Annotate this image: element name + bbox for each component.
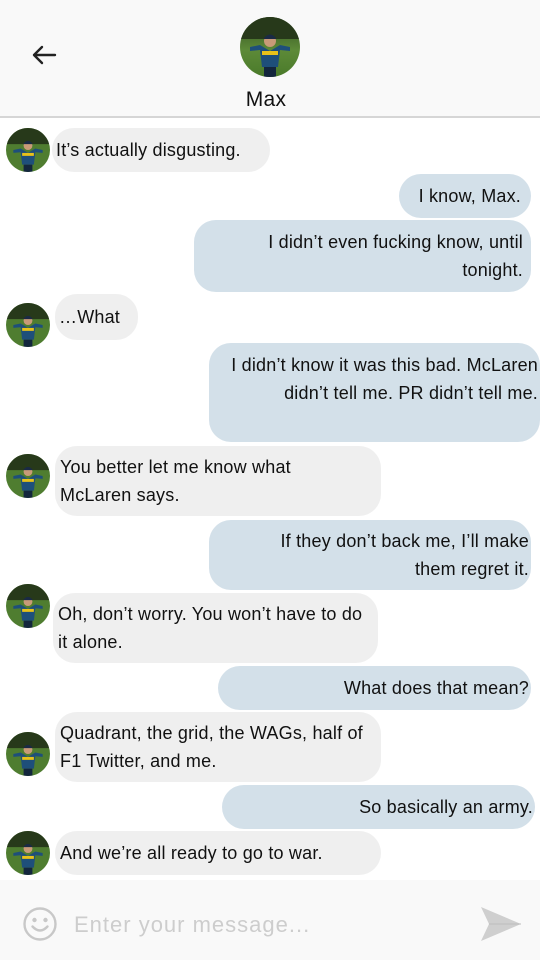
contact-avatar[interactable] bbox=[240, 17, 300, 77]
back-button[interactable] bbox=[28, 40, 60, 70]
sender-avatar[interactable] bbox=[6, 454, 50, 498]
chat-screen: Max It’s actually disgusting. I know, Ma… bbox=[0, 0, 540, 960]
contact-name: Max bbox=[245, 88, 287, 111]
message-bubble[interactable]: You better let me know what McLaren says… bbox=[55, 446, 381, 516]
sender-avatar[interactable] bbox=[6, 831, 50, 875]
message-bubble[interactable]: I know, Max. bbox=[399, 174, 531, 218]
message-bubble[interactable]: Oh, don’t worry. You won’t have to do it… bbox=[53, 593, 378, 663]
sender-avatar[interactable] bbox=[6, 584, 50, 628]
sender-avatar[interactable] bbox=[6, 732, 50, 776]
message-bubble[interactable]: It’s actually disgusting. bbox=[52, 128, 270, 172]
arrow-left-icon bbox=[32, 45, 57, 65]
chat-header: Max bbox=[0, 0, 540, 118]
message-bubble[interactable]: I didn’t know it was this bad. McLaren d… bbox=[209, 343, 540, 442]
message-bubble[interactable]: If they don’t back me, I’ll make them re… bbox=[209, 520, 531, 590]
message-bubble[interactable]: And we’re all ready to go to war. bbox=[55, 831, 381, 875]
message-bubble[interactable]: I didn’t even fucking know, until tonigh… bbox=[194, 220, 531, 292]
send-icon bbox=[481, 907, 521, 941]
sender-avatar[interactable] bbox=[6, 128, 50, 172]
message-bubble[interactable]: Quadrant, the grid, the WAGs, half of F1… bbox=[55, 712, 381, 782]
sender-avatar[interactable] bbox=[6, 303, 50, 347]
message-input[interactable] bbox=[72, 902, 456, 948]
message-bubble[interactable]: …What bbox=[55, 294, 138, 340]
send-button[interactable] bbox=[478, 904, 526, 944]
message-bubble[interactable]: So basically an army. bbox=[222, 785, 535, 829]
message-bubble[interactable]: What does that mean? bbox=[218, 666, 531, 710]
smiley-icon[interactable] bbox=[22, 906, 58, 942]
